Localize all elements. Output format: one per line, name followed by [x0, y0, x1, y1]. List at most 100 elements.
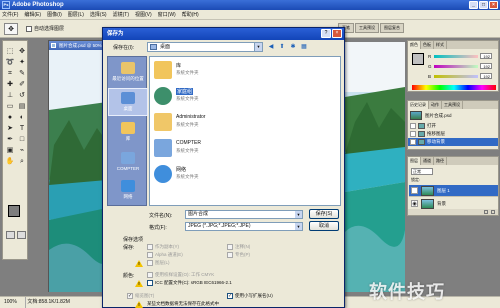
spot-colors-checkbox[interactable]: 专色(P) — [227, 252, 250, 258]
tab-tool-presets[interactable]: 工具预设 — [442, 101, 463, 109]
thumbnail-checkbox[interactable]: ✓ 缩览图(T) — [127, 293, 154, 299]
tab-styles[interactable]: 样式 — [434, 41, 447, 49]
list-item[interactable]: COMPTER 系统文件夹 — [152, 137, 312, 161]
back-icon[interactable]: ◀ — [267, 43, 275, 51]
layers-checkbox[interactable]: 图层(L) — [147, 260, 170, 266]
history-brush-source-icon[interactable] — [410, 123, 416, 129]
red-slider[interactable] — [434, 55, 478, 58]
up-folder-icon[interactable]: ⬆ — [278, 43, 286, 51]
menu-edit[interactable]: 编辑(E) — [24, 11, 41, 18]
menu-help[interactable]: 帮助(H) — [182, 11, 199, 18]
tab-swatches[interactable]: 色板 — [421, 41, 434, 49]
list-item[interactable]: Administrator 系统文件夹 — [152, 111, 312, 135]
foreground-color-swatch[interactable] — [8, 205, 20, 217]
tab-channels[interactable]: 通道 — [421, 157, 434, 165]
filename-input[interactable]: 图片合成 ▼ — [185, 210, 303, 219]
blur-tool-icon[interactable]: ● — [4, 112, 16, 123]
move-tool-preset-icon[interactable]: ✥ — [4, 23, 18, 35]
dialog-close-icon[interactable]: × — [332, 29, 342, 38]
history-item[interactable]: 拖移图层 — [408, 130, 498, 138]
hand-tool-icon[interactable]: ✋ — [4, 156, 16, 167]
brush-tool-icon[interactable]: ✐ — [16, 79, 28, 90]
standard-mode-icon[interactable] — [6, 231, 15, 239]
pen-tool-icon[interactable]: ✒ — [4, 134, 16, 145]
list-item[interactable]: 网络 系统文件夹 — [152, 163, 312, 187]
new-layer-icon[interactable] — [484, 210, 488, 214]
tab-history[interactable]: 历史记录 — [408, 101, 429, 109]
tab-paths[interactable]: 路径 — [434, 157, 447, 165]
tab-actions[interactable]: 动作 — [429, 101, 442, 109]
color-panel-foreground-swatch[interactable] — [412, 53, 424, 65]
dialog-title-bar[interactable]: 保存为 ? × — [103, 28, 344, 40]
history-brush-source-icon[interactable] — [410, 139, 416, 145]
healing-brush-tool-icon[interactable]: ✚ — [4, 79, 16, 90]
menu-window[interactable]: 窗口(W) — [158, 11, 176, 18]
place-libraries[interactable]: 库 — [108, 119, 148, 147]
path-selection-tool-icon[interactable]: ➤ — [4, 123, 16, 134]
menu-image[interactable]: 图像(I) — [47, 11, 62, 18]
zoom-tool-icon[interactable]: ⌕ — [16, 156, 28, 167]
close-icon[interactable]: × — [489, 1, 498, 9]
format-select[interactable]: JPEG (*.JPG;*.JPEG;*.JPE) ▼ — [185, 222, 303, 231]
menu-file[interactable]: 文件(F) — [2, 11, 18, 18]
eyedropper-tool-icon[interactable]: ⌁ — [16, 145, 28, 156]
gradient-tool-icon[interactable]: ▤ — [16, 101, 28, 112]
type-tool-icon[interactable]: T — [16, 123, 28, 134]
as-copy-checkbox[interactable]: 作为副本(Y) — [147, 244, 179, 250]
list-item-selected[interactable]: 家庭组 系统文件夹 — [152, 85, 312, 109]
clone-stamp-tool-icon[interactable]: ⊥ — [4, 90, 16, 101]
save-button[interactable]: 保存(S) — [309, 209, 339, 219]
notes-tool-icon[interactable]: ▣ — [4, 145, 16, 156]
maximize-icon[interactable]: □ — [479, 1, 488, 9]
save-in-select[interactable]: 桌面 ▼ — [147, 42, 263, 52]
new-folder-icon[interactable]: ✱ — [289, 43, 297, 51]
place-network[interactable]: 网络 — [108, 177, 148, 205]
proof-setup-checkbox[interactable]: 使用校样设置(O): 工作 CMYK — [147, 272, 214, 278]
move-tool-icon[interactable]: ✥ — [16, 46, 28, 57]
crop-tool-icon[interactable]: ⌗ — [4, 68, 16, 79]
history-snapshot[interactable]: 图片合成.psd — [410, 111, 496, 120]
eye-icon[interactable]: ◉ — [411, 200, 418, 207]
history-brush-tool-icon[interactable]: ↺ — [16, 90, 28, 101]
alpha-channels-checkbox[interactable]: Alpha 通道(E) — [147, 252, 183, 258]
help-icon[interactable]: ? — [321, 29, 331, 38]
dock-tab-tool-presets[interactable]: 工具预设 — [355, 23, 379, 33]
red-value[interactable]: 192 — [480, 53, 492, 59]
blue-slider[interactable] — [434, 75, 478, 78]
eye-icon[interactable]: ◉ — [411, 187, 418, 194]
document-title-bar[interactable]: 图片合成.psd @ 50% (背景, RGB/8) — [49, 41, 107, 57]
green-value[interactable]: 192 — [480, 63, 492, 69]
auto-select-checkbox[interactable] — [26, 26, 32, 32]
magic-wand-tool-icon[interactable]: ✦ — [16, 57, 28, 68]
history-item-selected[interactable]: 移动背景 — [408, 138, 498, 146]
list-item[interactable]: 库 系统文件夹 — [152, 59, 312, 83]
slice-tool-icon[interactable]: ✎ — [16, 68, 28, 79]
document-canvas-photo[interactable] — [49, 50, 107, 292]
document-window[interactable]: 图片合成.psd @ 50% (背景, RGB/8) — [48, 40, 108, 292]
lowercase-extension-checkbox[interactable]: ✓ 使用小写扩展名(U) — [227, 293, 273, 299]
minimize-icon[interactable]: _ — [469, 1, 478, 9]
icc-profile-checkbox[interactable]: ICC 配置文件(C): sRGB IEC61966-2.1 — [147, 280, 232, 286]
annotations-checkbox[interactable]: 注释(N) — [227, 244, 250, 250]
shape-tool-icon[interactable]: □ — [16, 134, 28, 145]
place-recent[interactable]: 最近访问的位置 — [108, 59, 148, 87]
marquee-tool-icon[interactable]: ⬚ — [4, 46, 16, 57]
eraser-tool-icon[interactable]: ▭ — [4, 101, 16, 112]
blue-value[interactable]: 192 — [480, 73, 492, 79]
layer-row-selected[interactable]: ◉ 图层 1 — [409, 185, 498, 197]
chevron-down-icon[interactable]: ▼ — [254, 43, 262, 51]
zoom-level[interactable]: 100% — [4, 297, 26, 308]
menu-view[interactable]: 视图(V) — [135, 11, 152, 18]
view-menu-icon[interactable]: ▦ — [300, 43, 308, 51]
history-item[interactable]: 打开 — [408, 122, 498, 130]
tab-layers[interactable]: 图层 — [408, 157, 421, 165]
dock-tab-layer-comps[interactable]: 图层复合 — [380, 23, 404, 33]
tab-color[interactable]: 颜色 — [408, 41, 421, 49]
green-slider[interactable] — [434, 65, 478, 68]
cancel-button[interactable]: 取消 — [309, 221, 339, 231]
lasso-tool-icon[interactable]: ➰ — [4, 57, 16, 68]
place-desktop[interactable]: 桌面 — [108, 88, 148, 116]
chevron-down-icon[interactable]: ▼ — [295, 223, 302, 230]
chevron-down-icon[interactable]: ▼ — [295, 211, 302, 218]
delete-layer-icon[interactable] — [491, 210, 495, 214]
